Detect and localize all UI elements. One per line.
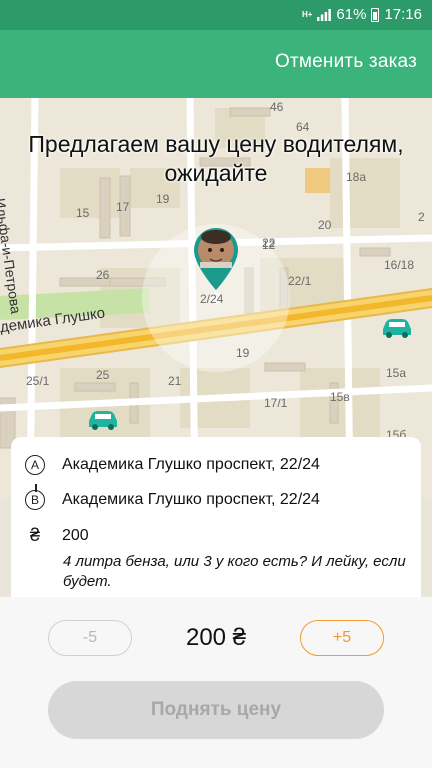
point-a-icon: A [25,455,45,475]
point-b-icon: B [25,490,45,510]
house-number: 15a [386,366,407,380]
house-number: 25/1 [26,374,50,388]
car-icon [89,411,117,430]
house-number: 16/18 [384,258,415,272]
battery-percent: 61% [336,6,367,23]
house-number: 21 [168,374,182,388]
house-number: 12 [262,238,276,252]
driver-pin-icon [194,228,238,290]
raise-price-button[interactable]: Поднять цену [48,681,384,739]
house-number: 46 [270,100,284,114]
house-number: 26 [96,268,110,282]
increase-price-button[interactable]: +5 [300,620,384,656]
headline: Предлагаем вашу цену водителям, ожидайте [28,131,404,186]
house-number: 20 [318,218,332,232]
route-point-a: A Академика Глушко проспект, 22/24 [11,455,421,475]
clock: 17:16 [384,6,422,23]
order-price: 200 [62,526,89,544]
signal-icon [317,8,332,21]
house-number: 15в [330,390,350,404]
house-number: 19 [156,192,170,206]
network-type: H+ [301,9,313,19]
house-number: 17 [116,200,130,214]
decrease-price-button[interactable]: -5 [48,620,132,656]
toolbar: Отменить заказ [0,30,432,98]
house-number: 2 [418,210,425,224]
house-number: 2/24 [200,292,224,306]
battery-icon [371,7,380,22]
cancel-order-button[interactable]: Отменить заказ [275,51,417,73]
current-price: 200 ₴ [185,624,247,651]
house-number: 19 [236,346,250,360]
status-bar: H+ 61% 17:16 [0,0,432,30]
house-number: 15 [76,206,90,220]
order-price-row: ₴ 200 [11,525,421,546]
currency-icon: ₴ [29,525,40,545]
order-card: A Академика Глушко проспект, 22/24 B Ака… [11,437,421,597]
order-comment: 4 литра бенза, или 3 у кого есть? И лейк… [63,553,406,590]
house-number: 22/1 [288,274,312,288]
route-point-b: B Академика Глушко проспект, 22/24 [11,490,421,510]
price-panel: -5 200 ₴ +5 Поднять цену [0,597,432,768]
point-a-address: Академика Глушко проспект, 22/24 [62,456,320,473]
house-number: 25 [96,368,110,382]
point-b-address: Академика Глушко проспект, 22/24 [62,491,320,508]
car-icon [383,319,411,338]
house-number: 17/1 [264,396,288,410]
